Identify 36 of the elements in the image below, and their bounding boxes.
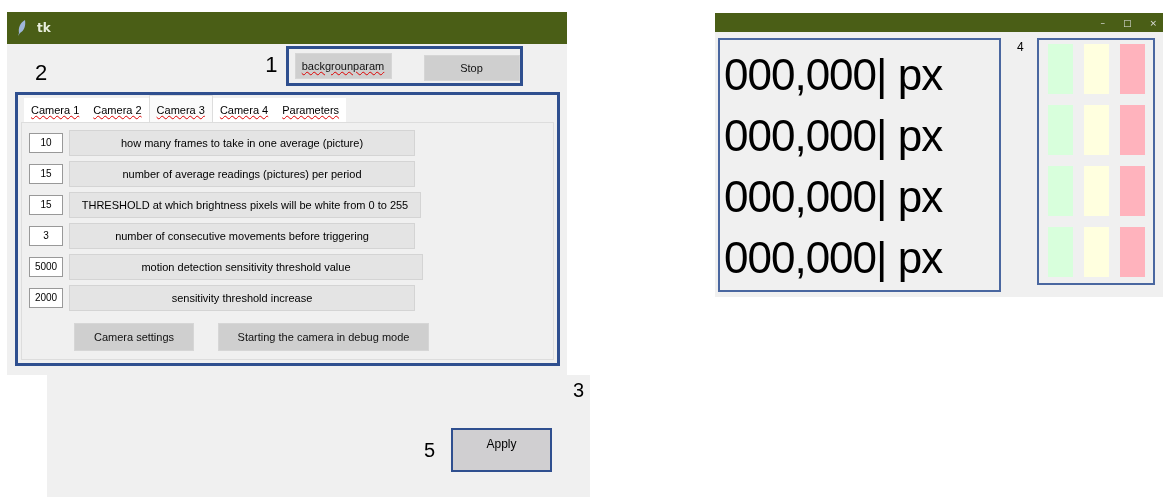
feather-icon [17, 20, 27, 36]
value-field[interactable]: 5000 [29, 256, 63, 277]
callout-number: 1 [265, 52, 278, 78]
pixel-reading: 000,000| px [724, 232, 944, 284]
value-field[interactable]: 15 [29, 194, 63, 215]
background-param-button[interactable]: backgrounparam [294, 53, 392, 79]
window-title: tk [37, 21, 51, 35]
tab[interactable]: Camera 4 [212, 98, 276, 122]
parameter-label: motion detection sensitivity threshold value [69, 253, 423, 280]
tab[interactable]: Camera 2 [86, 98, 149, 122]
pixel-reading: 000,000| px [724, 49, 944, 101]
value-field[interactable]: 3 [29, 225, 63, 246]
maximize-button[interactable]: □ [1122, 17, 1132, 28]
pixel-reading: 000,000| px [724, 110, 944, 162]
camera-settings-button[interactable]: Camera settings [74, 323, 194, 351]
value-field[interactable]: 10 [29, 132, 63, 153]
callout-number: 4 [1017, 40, 1024, 54]
value-field[interactable]: 15 [29, 163, 63, 184]
tab[interactable]: Parameters [275, 98, 347, 122]
minimize-button[interactable]: – [1100, 17, 1105, 28]
close-button[interactable]: × [1149, 17, 1157, 28]
stop-button[interactable]: Stop [423, 54, 520, 81]
parameter-label: sensitivity threshold increase [69, 284, 415, 311]
value-field[interactable]: 2000 [29, 287, 63, 308]
callout-number: 3 [572, 379, 584, 402]
callout-number: 5 [423, 438, 435, 462]
parameter-label: number of average readings (pictures) per period [69, 160, 415, 187]
parameter-label: how many frames to take in one average (picture) [69, 129, 415, 156]
tab[interactable]: Camera 1 [24, 98, 87, 122]
tab[interactable]: Camera 3 [148, 95, 213, 122]
callout-number: 2 [35, 60, 48, 86]
apply-button[interactable]: Apply [451, 428, 552, 472]
pixel-reading: 000,000| px [724, 171, 944, 223]
debug-mode-button[interactable]: Starting the camera in debug mode [218, 323, 429, 351]
parameter-label: THRESHOLD at which brightness pixels will be white from 0 to 255 [69, 191, 421, 218]
parameter-label: number of consecutive movements before triggering [69, 222, 415, 249]
